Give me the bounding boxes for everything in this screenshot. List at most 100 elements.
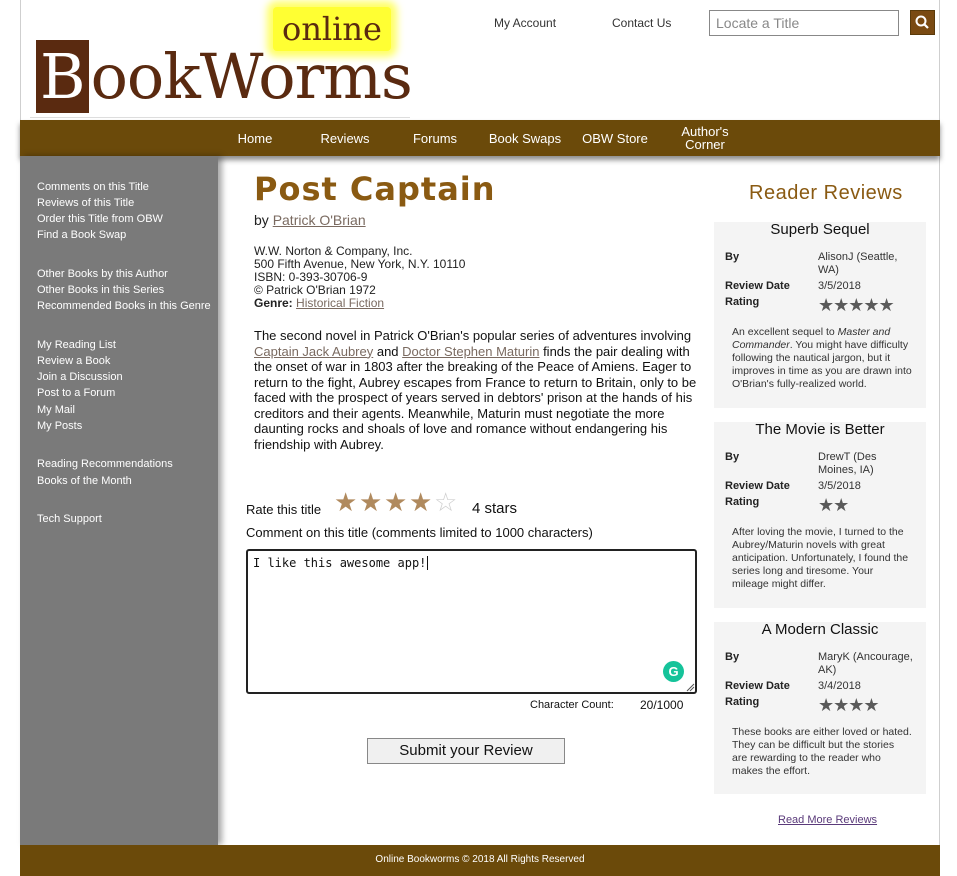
review-card: Superb Sequel By AlisonJ (Seattle, WA) R… xyxy=(714,221,926,408)
review-text: These books are either loved or hated. T… xyxy=(732,726,912,778)
publisher-address: 500 Fifth Avenue, New York, N.Y. 10110 xyxy=(254,257,466,271)
read-more-reviews-link[interactable]: Read More Reviews xyxy=(778,814,877,826)
review-rating-label: Rating xyxy=(725,496,760,508)
review-text-part: After loving the movie, I turned to the … xyxy=(732,526,909,590)
byline-prefix: by xyxy=(254,212,269,228)
copyright: © Patrick O'Brian 1972 xyxy=(254,283,376,297)
my-account-link-text[interactable]: My Account xyxy=(494,16,556,30)
char-count-value: 20/1000 xyxy=(640,698,684,712)
review-date: 3/5/2018 xyxy=(818,480,861,492)
rating-star-5[interactable]: ☆ xyxy=(434,489,457,515)
review-date-label: Review Date xyxy=(725,480,790,492)
logo-wordmark-rest: ookWorms xyxy=(90,40,413,113)
review-text-part: An excellent sequel to xyxy=(732,326,838,338)
review-by-label: By xyxy=(725,251,740,263)
sidebar-link-post-forum[interactable]: Post to a Forum xyxy=(37,387,115,399)
rating-value-text: 4 stars xyxy=(472,500,518,517)
nav-authors-corner[interactable]: Author's Corner xyxy=(672,120,738,156)
review-date-label: Review Date xyxy=(725,280,790,292)
contact-us-link[interactable]: Contact Us xyxy=(612,16,671,30)
sidebar-link-my-mail[interactable]: My Mail xyxy=(37,404,75,416)
character-link-maturin[interactable]: Doctor Stephen Maturin xyxy=(402,344,539,359)
sidebar-link-other-author[interactable]: Other Books by this Author xyxy=(37,268,168,280)
logo-wordmark: BookWorms xyxy=(36,40,413,113)
search-button[interactable] xyxy=(910,10,935,35)
review-rating-stars: ★★ xyxy=(818,495,849,515)
comment-text: I like this awesome app! xyxy=(253,556,427,570)
submit-review-button[interactable]: Submit your Review xyxy=(367,738,565,764)
character-link-aubrey[interactable]: Captain Jack Aubrey xyxy=(254,344,373,359)
review-text-part: These books are either loved or hated. T… xyxy=(732,726,912,777)
site-logo[interactable]: online BookWorms xyxy=(30,2,413,118)
genre-link[interactable]: Historical Fiction xyxy=(296,296,384,310)
sidebar-link-order[interactable]: Order this Title from OBW xyxy=(37,213,163,225)
comment-label: Comment on this title (comments limited … xyxy=(246,525,593,540)
publisher: W.W. Norton & Company, Inc. xyxy=(254,244,413,258)
rating-star-3[interactable]: ★ xyxy=(384,489,407,515)
rating-star-4[interactable]: ★ xyxy=(409,489,432,515)
my-account-link[interactable]: My Account xyxy=(494,16,556,30)
review-text: An excellent sequel to Master and Comman… xyxy=(732,326,912,391)
sidebar-link-reading-list[interactable]: My Reading List xyxy=(37,339,116,351)
sidebar-link-reading-recs[interactable]: Reading Recommendations xyxy=(37,458,173,470)
review-date: 3/4/2018 xyxy=(818,680,861,692)
contact-us-link-text[interactable]: Contact Us xyxy=(612,16,671,30)
reader-reviews-heading: Reader Reviews xyxy=(749,182,903,204)
nav-book-swaps[interactable]: Book Swaps xyxy=(482,120,568,156)
resize-handle-icon[interactable] xyxy=(685,682,695,692)
book-description: The second novel in Patrick O'Brian's po… xyxy=(254,328,699,452)
review-card: A Modern Classic By MaryK (Ancourage, AK… xyxy=(714,621,926,794)
sidebar-link-book-swap[interactable]: Find a Book Swap xyxy=(37,229,126,241)
sidebar-link-join-discussion[interactable]: Join a Discussion xyxy=(37,371,123,383)
sidebar-link-reviews[interactable]: Reviews of this Title xyxy=(37,197,134,209)
sidebar: Comments on this Title Reviews of this T… xyxy=(20,156,218,845)
nav-obw-store[interactable]: OBW Store xyxy=(576,120,654,156)
sidebar-link-review-book[interactable]: Review a Book xyxy=(37,355,110,367)
sidebar-link-recommended-genre[interactable]: Recommended Books in this Genre xyxy=(37,300,211,312)
review-author: AlisonJ (Seattle, WA) xyxy=(818,251,898,276)
text-cursor xyxy=(427,556,429,570)
review-author: MaryK (Ancourage, AK) xyxy=(818,651,913,676)
review-title: Superb Sequel xyxy=(770,221,870,238)
nav-forums[interactable]: Forums xyxy=(400,120,470,156)
logo-initial: B xyxy=(36,40,89,113)
review-by-label: By xyxy=(725,451,740,463)
review-rating-stars: ★★★★ xyxy=(818,695,880,715)
review-rating-stars: ★★★★★ xyxy=(818,295,895,315)
author-link[interactable]: Patrick O'Brian xyxy=(273,212,366,228)
footer: Online Bookworms © 2018 All Rights Reser… xyxy=(20,845,940,876)
desc-text-1: The second novel in Patrick O'Brian's po… xyxy=(254,328,692,343)
desc-text-and: and xyxy=(373,343,403,359)
sidebar-link-comments[interactable]: Comments on this Title xyxy=(37,181,149,193)
search-input[interactable]: Locate a Title xyxy=(709,10,899,36)
nav-reviews[interactable]: Reviews xyxy=(310,120,380,156)
sidebar-link-other-series[interactable]: Other Books in this Series xyxy=(37,284,164,296)
review-title: A Modern Classic xyxy=(761,621,879,638)
desc-text-2: finds the pair dealing with the onset of… xyxy=(254,343,697,452)
comment-textarea[interactable]: I like this awesome app! xyxy=(246,549,697,694)
rating-star-2[interactable]: ★ xyxy=(359,489,382,515)
rating-star-1[interactable]: ★ xyxy=(334,489,357,515)
sidebar-link-my-posts[interactable]: My Posts xyxy=(37,420,82,432)
review-rating-label: Rating xyxy=(725,296,760,308)
grammarly-icon[interactable]: G xyxy=(663,661,684,682)
nav-home[interactable]: Home xyxy=(220,120,290,156)
main-nav: Home Reviews Forums Book Swaps OBW Store… xyxy=(20,120,940,156)
genre: Genre: Historical Fiction xyxy=(254,296,384,310)
sidebar-link-tech-support[interactable]: Tech Support xyxy=(37,513,102,525)
rate-label: Rate this title xyxy=(246,502,322,517)
review-text: After loving the movie, I turned to the … xyxy=(732,526,912,591)
isbn: ISBN: 0-393-30706-9 xyxy=(254,270,368,284)
review-title: The Movie is Better xyxy=(755,421,885,438)
review-rating-label: Rating xyxy=(725,696,760,708)
review-by-label: By xyxy=(725,651,740,663)
byline: by Patrick O'Brian xyxy=(254,212,366,228)
review-date-label: Review Date xyxy=(725,680,790,692)
sidebar-link-books-month[interactable]: Books of the Month xyxy=(37,475,132,487)
page-title: Post Captain xyxy=(254,170,496,208)
genre-label: Genre: xyxy=(254,296,293,310)
review-card: The Movie is Better By DrewT (Des Moines… xyxy=(714,421,926,608)
char-count-label: Character Count: xyxy=(530,699,614,711)
search-icon xyxy=(915,15,929,29)
review-author: DrewT (Des Moines, IA) xyxy=(818,451,877,476)
